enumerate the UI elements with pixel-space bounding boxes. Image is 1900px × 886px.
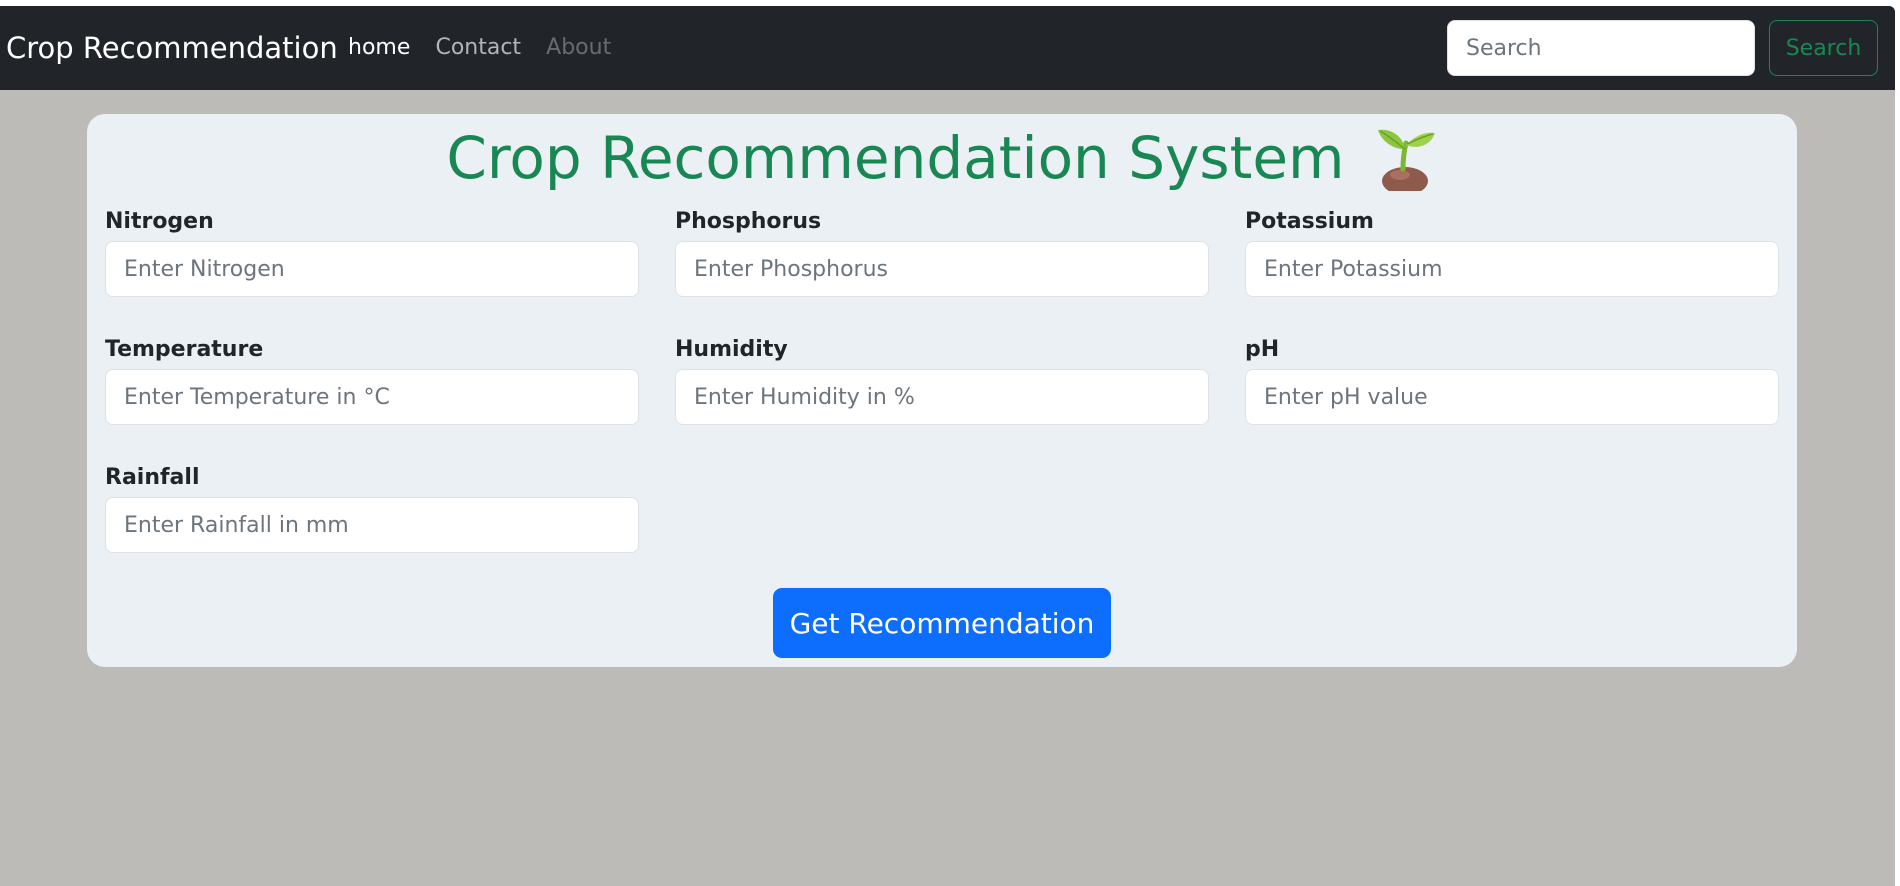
- potassium-input[interactable]: [1245, 241, 1779, 297]
- nav-link-contact[interactable]: Contact: [435, 6, 521, 90]
- search-input[interactable]: [1447, 20, 1755, 76]
- seedling-icon: [1372, 125, 1438, 195]
- ph-input[interactable]: [1245, 369, 1779, 425]
- nitrogen-field-group: Nitrogen: [105, 207, 639, 297]
- potassium-label: Potassium: [1245, 209, 1374, 234]
- phosphorus-input[interactable]: [675, 241, 1209, 297]
- rainfall-field-group: Rainfall: [105, 463, 639, 553]
- navbar-brand[interactable]: Crop Recommendation: [6, 6, 338, 90]
- humidity-field-group: Humidity: [675, 335, 1209, 425]
- ph-label: pH: [1245, 337, 1280, 362]
- humidity-label: Humidity: [675, 337, 788, 362]
- nav-links: home Contact About: [348, 6, 631, 90]
- temperature-field-group: Temperature: [105, 335, 639, 425]
- rainfall-input[interactable]: [105, 497, 639, 553]
- browser-viewport: Crop Recommendation home Contact About S…: [0, 6, 1895, 886]
- search-button[interactable]: Search: [1769, 20, 1878, 76]
- nav-link-about[interactable]: About: [546, 6, 611, 90]
- temperature-input[interactable]: [105, 369, 639, 425]
- get-recommendation-button[interactable]: Get Recommendation: [773, 588, 1111, 658]
- phosphorus-field-group: Phosphorus: [675, 207, 1209, 297]
- humidity-input[interactable]: [675, 369, 1209, 425]
- nitrogen-label: Nitrogen: [105, 209, 214, 234]
- ph-field-group: pH: [1245, 335, 1779, 425]
- page-title: Crop Recommendation System: [87, 120, 1797, 196]
- nav-link-home[interactable]: home: [348, 6, 410, 90]
- nitrogen-input[interactable]: [105, 241, 639, 297]
- temperature-label: Temperature: [105, 337, 264, 362]
- potassium-field-group: Potassium: [1245, 207, 1779, 297]
- phosphorus-label: Phosphorus: [675, 209, 822, 234]
- recommendation-form-card: Crop Recommendation System Nitrogen Phos…: [87, 114, 1797, 667]
- page-title-text: Crop Recommendation System: [446, 124, 1345, 192]
- rainfall-label: Rainfall: [105, 465, 200, 490]
- navbar: Crop Recommendation home Contact About S…: [0, 6, 1895, 90]
